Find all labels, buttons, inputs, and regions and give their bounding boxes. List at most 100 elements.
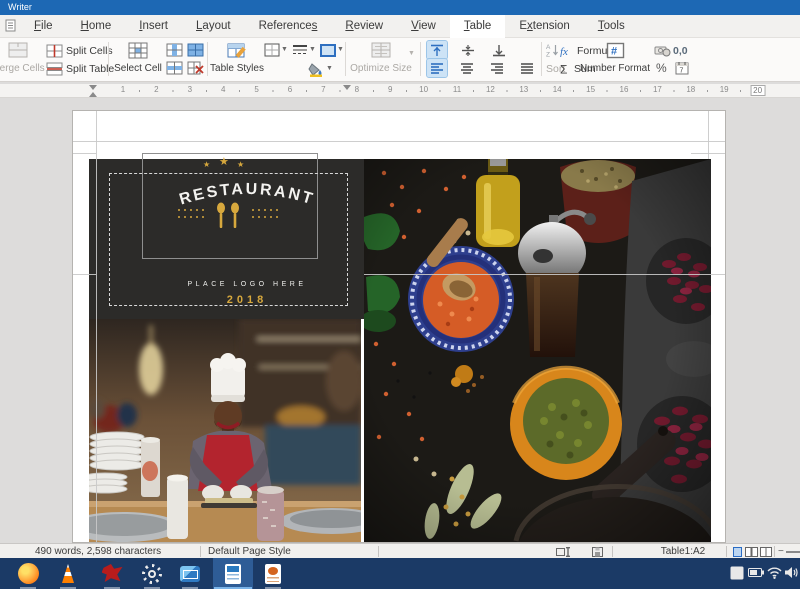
document-page[interactable]: ★ ★ ★ RESTAURANT PLACE LOGO HERE: [72, 110, 726, 543]
indent-marker-left-top[interactable]: [89, 85, 97, 90]
ruler-number: 7: [321, 85, 325, 94]
sort-icon-button: A Z: [544, 41, 560, 59]
taskbar-app-impress[interactable]: [255, 558, 291, 589]
tab-table[interactable]: Table: [450, 15, 506, 38]
svg-text:#: #: [611, 45, 617, 57]
media-player-red-icon: [102, 564, 123, 583]
window-titlebar: Writer: [0, 0, 800, 15]
single-page-view-icon[interactable]: [733, 547, 742, 557]
split-table-button[interactable]: Split Table: [46, 60, 114, 77]
chef-photo-graphic: [89, 319, 361, 543]
taskbar-app-settings[interactable]: [134, 558, 170, 589]
split-cells-button[interactable]: Split Cells: [46, 42, 113, 59]
table-guide-row-boundary: [364, 274, 726, 275]
ruler-number: 4: [221, 85, 225, 94]
select-row-button[interactable]: [164, 59, 184, 77]
formula-fx-icon: fx: [560, 45, 574, 57]
battery-icon[interactable]: [748, 568, 764, 577]
svg-text:Σ: Σ: [560, 63, 567, 75]
tray-window-icon[interactable]: [730, 566, 744, 580]
delete-table-button[interactable]: [185, 59, 205, 77]
background-color-button[interactable]: [306, 60, 326, 78]
ingredients-photo[interactable]: [364, 159, 711, 543]
menu-tabs: FileHomeInsertLayoutReferencesReviewView…: [20, 15, 780, 38]
align-bottom-button[interactable]: [489, 41, 509, 59]
calendar-icon: 7: [675, 61, 689, 75]
background-color-dropdown-arrow[interactable]: ▼: [326, 65, 333, 72]
svg-text:Z: Z: [546, 52, 550, 58]
chef-photo[interactable]: [89, 319, 361, 543]
ruler-number: 16: [620, 85, 629, 94]
taskbar-app-mail[interactable]: [172, 558, 208, 589]
selection-mode-icon[interactable]: [556, 547, 572, 557]
tab-references[interactable]: References: [245, 15, 332, 38]
align-center-button[interactable]: [457, 59, 477, 77]
currency-format-button[interactable]: [652, 41, 672, 59]
ruler-number: 14: [553, 85, 562, 94]
document-menu-icon[interactable]: [4, 19, 18, 33]
borders-dropdown-arrow[interactable]: ▼: [281, 46, 288, 53]
indent-marker-right[interactable]: [343, 85, 351, 90]
align-center-vertical-button[interactable]: [458, 41, 478, 59]
tab-insert[interactable]: Insert: [125, 15, 182, 38]
taskbar-app-firefox[interactable]: [10, 558, 46, 589]
tab-extension[interactable]: Extension: [505, 15, 584, 38]
tab-home[interactable]: Home: [67, 15, 126, 38]
select-column-button[interactable]: [164, 41, 184, 59]
document-modified-icon[interactable]: [592, 547, 603, 557]
border-color-dropdown-arrow[interactable]: ▼: [337, 46, 344, 53]
align-justify-button[interactable]: [517, 59, 537, 77]
firefox-icon: [18, 563, 39, 584]
percent-format-button[interactable]: %: [656, 59, 667, 76]
number-format-button[interactable]: # Number Format: [580, 40, 650, 80]
align-left-button[interactable]: [427, 59, 447, 77]
taskbar-app-media-player-red[interactable]: [94, 558, 130, 589]
table-styles-button[interactable]: Table Styles: [210, 40, 264, 80]
date-format-button[interactable]: 7: [672, 59, 692, 77]
taskbar-app-vlc[interactable]: [50, 558, 86, 589]
zoom-out-button[interactable]: −: [778, 544, 784, 559]
ruler-number: 10: [419, 85, 428, 94]
align-top-button[interactable]: [427, 41, 447, 59]
ruler-number: 17: [653, 85, 662, 94]
window-title: Writer: [8, 2, 32, 12]
zoom-slider[interactable]: [786, 551, 800, 553]
tab-file[interactable]: File: [20, 15, 67, 38]
align-right-button[interactable]: [487, 59, 507, 77]
ingredients-photo-graphic: [364, 159, 711, 543]
horizontal-ruler[interactable]: 1234567891011121314151617181920: [0, 84, 800, 98]
align-center-icon: [460, 62, 474, 74]
borders-icon: [264, 43, 280, 57]
borders-button[interactable]: [262, 41, 282, 59]
currency-icon: [654, 44, 671, 57]
wifi-icon[interactable]: [767, 566, 782, 579]
sigma-sum-icon: Σ: [560, 63, 571, 75]
ruler-number: 20: [750, 85, 765, 96]
border-style-dropdown-arrow[interactable]: ▼: [309, 46, 316, 53]
svg-text:A: A: [546, 44, 551, 51]
indent-marker-left-bottom[interactable]: [89, 92, 97, 97]
select-cell-button[interactable]: Select Cell: [112, 40, 164, 80]
multi-page-view-icon[interactable]: [745, 547, 758, 557]
align-center-vertical-icon: [461, 44, 475, 57]
tab-layout[interactable]: Layout: [182, 15, 245, 38]
word-count[interactable]: 490 words, 2,598 characters: [35, 544, 161, 559]
vlc-icon: [58, 564, 78, 583]
border-color-icon: [320, 44, 336, 57]
tab-tools[interactable]: Tools: [584, 15, 639, 38]
page-style[interactable]: Default Page Style: [208, 544, 291, 559]
menu-tab-row: FileHomeInsertLayoutReferencesReviewView…: [0, 15, 800, 38]
optimize-size-icon: [349, 40, 413, 60]
border-color-button[interactable]: [318, 41, 338, 59]
book-view-icon[interactable]: [760, 547, 772, 557]
taskbar-app-writer[interactable]: [213, 558, 253, 589]
tab-view[interactable]: View: [397, 15, 450, 38]
tab-review[interactable]: Review: [331, 15, 397, 38]
border-style-button[interactable]: [290, 41, 310, 59]
decimal-format-button[interactable]: 0,0: [673, 42, 688, 59]
table-guide-row-boundary-left: [73, 274, 96, 275]
select-table-button[interactable]: [185, 41, 205, 59]
optimize-size-dropdown-arrow: ▼: [408, 50, 415, 57]
document-workspace: ★ ★ ★ RESTAURANT PLACE LOGO HERE: [0, 98, 800, 543]
volume-icon[interactable]: [784, 566, 798, 579]
